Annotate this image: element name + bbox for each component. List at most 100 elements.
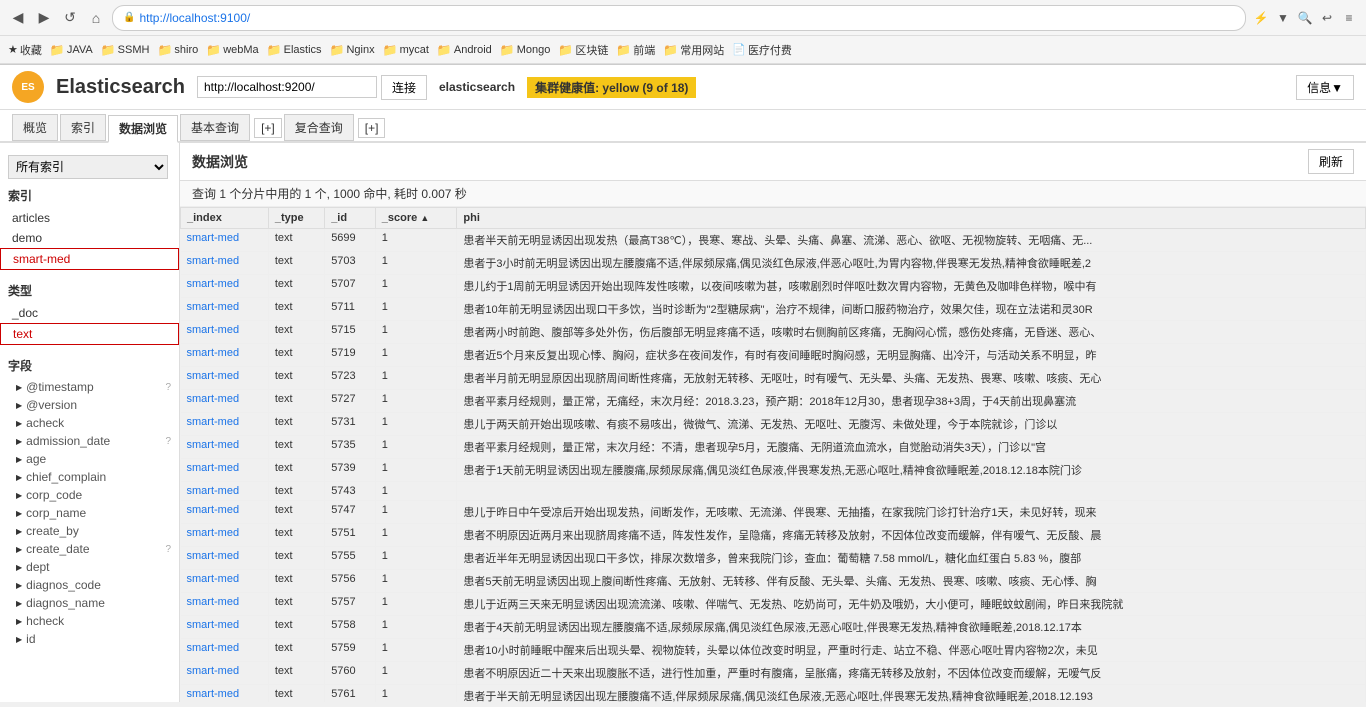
triangle-icon: ▶ [16, 509, 22, 518]
field-label: @version [26, 398, 77, 412]
col-header-index[interactable]: _index [181, 208, 269, 229]
bookmark-nginx[interactable]: 📁 Nginx [330, 43, 375, 57]
table-row[interactable]: smart-medtext57511患者不明原因近两月来出现脐周疼痛不适，阵发性… [181, 524, 1366, 547]
col-header-type[interactable]: _type [268, 208, 324, 229]
field-chief-complain[interactable]: ▶ chief_complain [0, 468, 179, 486]
app-logo: ES [12, 71, 44, 103]
triangle-icon: ▶ [16, 581, 22, 590]
bookmark-shiro[interactable]: 📁 shiro [157, 43, 198, 57]
field-hcheck[interactable]: ▶ hcheck [0, 612, 179, 630]
sidebar-item-articles[interactable]: articles [0, 208, 179, 228]
folder-icon: 📁 [267, 43, 282, 57]
table-row[interactable]: smart-medtext57111患者10年前无明显诱因出现口干多饮，当时诊断… [181, 298, 1366, 321]
bookmark-ssmh[interactable]: 📁 SSMH [101, 43, 150, 57]
forward-button[interactable]: ▶ [34, 8, 54, 28]
field-corp-code[interactable]: ▶ corp_code [0, 486, 179, 504]
bookmark-label: Mongo [517, 44, 551, 56]
cell-id: 5755 [325, 547, 376, 570]
cell-score: 1 [375, 459, 457, 482]
col-header-score[interactable]: _score ▲ [375, 208, 457, 229]
table-row[interactable]: smart-medtext57351患者平素月经规则，量正常，末次月经：不清，患… [181, 436, 1366, 459]
info-button[interactable]: 信息▼ [1296, 75, 1354, 100]
table-row[interactable]: smart-medtext57071患儿约于1周前无明显诱因开始出现阵发性咳嗽，… [181, 275, 1366, 298]
table-row[interactable]: smart-medtext57271患者平素月经规则，量正常，无痛经，末次月经：… [181, 390, 1366, 413]
table-row[interactable]: smart-medtext57601患者不明原因近二十天来出现腹胀不适，进行性加… [181, 662, 1366, 685]
cell-index: smart-med [181, 547, 269, 570]
ext-icon-1[interactable]: ⚡ [1252, 9, 1270, 27]
bookmark-android[interactable]: 📁 Android [437, 43, 492, 57]
table-row[interactable]: smart-medtext57471患儿于昨日中午受凉后开始出现发热，间断发作，… [181, 501, 1366, 524]
data-table: _index _type _id _score ▲ phi smart-medt… [180, 207, 1366, 702]
connect-button[interactable]: 连接 [381, 75, 427, 100]
tab-overview[interactable]: 概览 [12, 114, 58, 141]
triangle-icon: ▶ [16, 437, 22, 446]
field-version[interactable]: ▶ @version [0, 396, 179, 414]
data-refresh-button[interactable]: 刷新 [1308, 149, 1354, 174]
field-acheck[interactable]: ▶ acheck [0, 414, 179, 432]
table-row[interactable]: smart-medtext57031患者于3小时前无明显诱因出现左腰腹痛不适,伴… [181, 252, 1366, 275]
bookmark-medical[interactable]: 📄 医疗付费 [732, 42, 792, 58]
field-label: create_date [26, 542, 89, 556]
field-age[interactable]: ▶ age [0, 450, 179, 468]
bookmark-frontend[interactable]: 📁 前端 [616, 42, 655, 58]
bookmark-elastics[interactable]: 📁 Elastics [267, 43, 322, 57]
field-corp-name[interactable]: ▶ corp_name [0, 504, 179, 522]
tab-basic-query[interactable]: 基本查询 [180, 114, 250, 141]
table-row[interactable]: smart-medtext57591患者10小时前睡眠中醒来后出现头晕、视物旋转… [181, 639, 1366, 662]
tab-data-browser[interactable]: 数据浏览 [108, 115, 178, 143]
table-row[interactable]: smart-medtext57191患者近5个月来反复出现心悸、胸闷，症状多在夜… [181, 344, 1366, 367]
nav-tabs: 概览 索引 数据浏览 基本查询 [+] 复合查询 [+] [0, 110, 1366, 143]
bookmark-star[interactable]: ★ 收藏 [8, 42, 42, 58]
bookmark-webma[interactable]: 📁 webMa [206, 43, 258, 57]
table-row[interactable]: smart-medtext57431 [181, 482, 1366, 501]
tab-complex-query[interactable]: 复合查询 [284, 114, 354, 141]
triangle-icon: ▶ [16, 545, 22, 554]
table-row[interactable]: smart-medtext57571患儿于近两三天来无明显诱因出现流流涕、咳嗽、… [181, 593, 1366, 616]
home-button[interactable]: ⌂ [86, 8, 106, 28]
ext-back[interactable]: ↩ [1318, 9, 1336, 27]
table-row[interactable]: smart-medtext57581患者于4天前无明显诱因出现左腰腹痛不适,尿频… [181, 616, 1366, 639]
bookmark-mycat[interactable]: 📁 mycat [383, 43, 429, 57]
ext-icon-2[interactable]: ▼ [1274, 9, 1292, 27]
tab-index[interactable]: 索引 [60, 114, 106, 141]
ext-search[interactable]: 🔍 [1296, 9, 1314, 27]
es-url-input[interactable] [197, 76, 377, 98]
refresh-button[interactable]: ↺ [60, 8, 80, 28]
table-row[interactable]: smart-medtext57551患者近半年无明显诱因出现口干多饮，排尿次数增… [181, 547, 1366, 570]
table-row[interactable]: smart-medtext57611患者于半天前无明显诱因出现左腰腹痛不适,伴尿… [181, 685, 1366, 703]
table-row[interactable]: smart-medtext57151患者两小时前跑、腹部等多处外伤，伤后腹部无明… [181, 321, 1366, 344]
field-dept[interactable]: ▶ dept [0, 558, 179, 576]
tab-basic-query-plus[interactable]: [+] [254, 118, 282, 138]
table-row[interactable]: smart-medtext57231患者半月前无明显原因出现脐周间断性疼痛，无放… [181, 367, 1366, 390]
cell-id: 5751 [325, 524, 376, 547]
health-badge: 集群健康值: yellow (9 of 18) [527, 77, 696, 98]
field-diagnos-code[interactable]: ▶ diagnos_code [0, 576, 179, 594]
field-admission-date[interactable]: ▶ admission_date ? [0, 432, 179, 450]
sidebar-item-text[interactable]: text [0, 323, 179, 345]
field-create-by[interactable]: ▶ create_by [0, 522, 179, 540]
sidebar-item-doc[interactable]: _doc [0, 303, 179, 323]
ext-menu[interactable]: ≡ [1340, 9, 1358, 27]
field-create-date[interactable]: ▶ create_date ? [0, 540, 179, 558]
bookmark-mongo[interactable]: 📁 Mongo [500, 43, 551, 57]
table-row[interactable]: smart-medtext57311患儿于两天前开始出现咳嗽、有痰不易咳出，微微… [181, 413, 1366, 436]
table-row[interactable]: smart-medtext57561患者5天前无明显诱因出现上腹间断性疼痛、无放… [181, 570, 1366, 593]
sidebar-item-demo[interactable]: demo [0, 228, 179, 248]
bookmark-blockchain[interactable]: 📁 区块链 [558, 42, 608, 58]
sidebar-item-smart-med[interactable]: smart-med [0, 248, 179, 270]
col-header-id[interactable]: _id [325, 208, 376, 229]
tab-complex-query-plus[interactable]: [+] [358, 118, 386, 138]
bookmark-websites[interactable]: 📁 常用网站 [663, 42, 724, 58]
table-row[interactable]: smart-medtext56991患者半天前无明显诱因出现发热（最高T38℃）… [181, 229, 1366, 252]
bookmark-java[interactable]: 📁 JAVA [50, 43, 93, 57]
address-bar[interactable]: 🔒 http://localhost:9100/ [112, 5, 1246, 31]
triangle-icon: ▶ [16, 383, 22, 392]
field-diagnos-name[interactable]: ▶ diagnos_name [0, 594, 179, 612]
field-timestamp[interactable]: ▶ @timestamp ? [0, 378, 179, 396]
table-row[interactable]: smart-medtext57391患者于1天前无明显诱因出现左腰腹痛,尿频尿尿… [181, 459, 1366, 482]
field-id[interactable]: ▶ id [0, 630, 179, 648]
index-select[interactable]: 所有索引 [8, 155, 168, 179]
back-button[interactable]: ◀ [8, 8, 28, 28]
cell-score: 1 [375, 547, 457, 570]
bookmark-label: Elastics [284, 44, 322, 56]
